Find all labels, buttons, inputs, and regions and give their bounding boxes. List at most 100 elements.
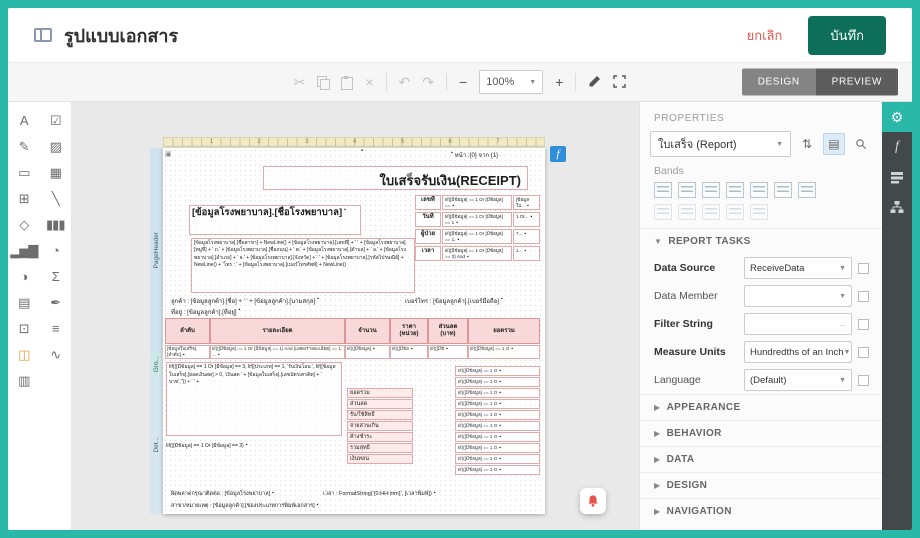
- table-header-cell[interactable]: ยอดรวม: [468, 318, 540, 344]
- copy-icon[interactable]: [317, 75, 331, 90]
- panel-tool-icon[interactable]: ▭: [18, 166, 30, 179]
- receipt-info-cell[interactable]: เวลา: [415, 246, 441, 261]
- report-page[interactable]: ▣ ▪ หน้า :{0} จาก {1} ใบเสร็จรับเงิน(REC…: [163, 148, 545, 514]
- summary-tool-icon[interactable]: Σ: [52, 270, 60, 283]
- search-icon[interactable]: [850, 133, 872, 155]
- prop-control[interactable]: ▼: [744, 285, 852, 307]
- report-explorer-icon[interactable]: [882, 192, 912, 222]
- zoom-in-icon[interactable]: +: [555, 75, 563, 89]
- vertical-total-band-icon[interactable]: [726, 204, 744, 220]
- address-field[interactable]: ที่อยู่ : [ข้อมูลลูกค้า].[ที่อยู่]: [171, 307, 240, 317]
- summary-value[interactable]: Iif(([มีข้อมูล] == 1 O: [455, 388, 540, 398]
- section-design[interactable]: ▶ DESIGN: [640, 472, 882, 498]
- page-info-tool-icon[interactable]: ▤: [18, 296, 30, 309]
- chart-tool-icon[interactable]: ▂▅▇: [10, 244, 38, 257]
- table-detail-cell[interactable]: Iif(([มีข้อมูล]: [345, 345, 390, 359]
- prop-checkbox[interactable]: [858, 318, 869, 330]
- prop-checkbox[interactable]: [858, 346, 869, 358]
- summary-label[interactable]: รวมสุทธิ: [347, 443, 413, 453]
- hospital-name-field[interactable]: [ข้อมูลโรงพยาบาล].[ชื่อโรงพยาบาล]: [189, 205, 361, 235]
- element-selector[interactable]: ใบเสร็จ (Report) ▼: [650, 131, 791, 157]
- field-list-fab[interactable]: f: [550, 146, 566, 162]
- condition-field[interactable]: Iif(([มีข้อมูล] == 1 Or [มีข้อมูล] == 3): [166, 442, 248, 450]
- design-canvas[interactable]: 1 2 3 4 5 6 7 PageHeader Gro... Det... ▣ ▪ หน้…: [72, 102, 639, 530]
- table-header-cell[interactable]: ส่วนลด (บาท): [428, 318, 468, 344]
- summary-label[interactable]: ค้างชำระ: [347, 432, 413, 442]
- signature-tool-icon[interactable]: ✒: [50, 296, 61, 309]
- hospital-address-field[interactable]: [ข้อมูลโรงพยาบาล].[ชื่อสาขา] + NewLine()…: [191, 238, 415, 293]
- detail-report-band-icon[interactable]: [654, 204, 672, 220]
- receipt-info-cell[interactable]: เลขที่: [415, 195, 441, 210]
- label-tool-icon[interactable]: A: [20, 114, 29, 127]
- table-detail-cell[interactable]: Iif(([มีข้อมูล] == 1 Or [มีข้อมูล] == 1)…: [210, 345, 345, 359]
- summary-value[interactable]: Iif(([มีข้อมูล] == 1 O: [455, 432, 540, 442]
- prop-checkbox[interactable]: [858, 290, 869, 302]
- prop-control[interactable]: Hundredths of an Inch ▼: [744, 341, 852, 363]
- table-tool-icon[interactable]: ▦: [50, 166, 62, 179]
- field-list-icon[interactable]: [882, 162, 912, 192]
- redo-icon[interactable]: ↷: [422, 75, 434, 89]
- table-detail-cell[interactable]: Iif(([มีข้: [428, 345, 468, 359]
- receipt-info-cell[interactable]: Iif([มีข้อมูล] == 1 Or [มีข้อมูล] ==: [442, 195, 512, 210]
- shape-tool-icon[interactable]: ◇: [19, 218, 29, 231]
- prop-control[interactable]: ReceiveData ▼: [744, 257, 852, 279]
- table-detail-cell[interactable]: Iif(([มีข้อมูล] == 1 O: [468, 345, 540, 359]
- group-footer-band-icon[interactable]: [750, 182, 768, 198]
- footer-contact-field[interactable]: ผิดพลาดกรุณาติดต่อ : [ข้อมูลโรงพยาบาล]: [171, 490, 274, 498]
- notification-bell-button[interactable]: [580, 488, 606, 514]
- section-navigation[interactable]: ▶ NAVIGATION: [640, 498, 882, 524]
- group-header-band-icon[interactable]: [702, 182, 720, 198]
- receipt-info-cell[interactable]: 1...: [513, 246, 540, 261]
- summary-value[interactable]: Iif(([มีข้อมูล] == 1 O: [455, 399, 540, 409]
- report-tasks-header[interactable]: ▼ REPORT TASKS: [640, 228, 882, 254]
- validation-icon[interactable]: [588, 75, 601, 90]
- cancel-button[interactable]: ยกเลิก: [747, 25, 783, 46]
- table-header-cell[interactable]: จำนวน: [345, 318, 390, 344]
- summary-value[interactable]: Iif(([มีข้อมูล] == 1 O: [455, 454, 540, 464]
- design-tab[interactable]: DESIGN: [741, 68, 816, 96]
- receipt-info-cell[interactable]: 1 Or...: [513, 212, 540, 227]
- toc-tool-icon[interactable]: ≡: [52, 322, 60, 335]
- phone-field[interactable]: เบอร์โทร : [ข้อมูลลูกค้า].[เบอร์มือถือ]: [405, 296, 503, 306]
- table-detail-cell[interactable]: Iif(([มีข้อ: [390, 345, 428, 359]
- picture-box-tool-icon[interactable]: ▨: [50, 140, 62, 153]
- prop-checkbox[interactable]: [858, 262, 869, 274]
- summary-value[interactable]: Iif(([มีข้อมูล] == 1 O: [455, 443, 540, 453]
- fullscreen-icon[interactable]: [613, 74, 627, 90]
- receipt-info-cell[interactable]: [ข้อมูลใบ...: [513, 195, 540, 210]
- summary-value[interactable]: Iif(([มีข้อมูล] == 1 O: [455, 377, 540, 387]
- summary-label[interactable]: จ่ายส่วนเกิน: [347, 421, 413, 431]
- section-behavior[interactable]: ▶ BEHAVIOR: [640, 420, 882, 446]
- receipt-info-cell[interactable]: 7...: [513, 229, 540, 244]
- table-header-cell[interactable]: ลำดับ: [165, 318, 210, 344]
- receipt-info-cell[interactable]: ผู้ป่วย: [415, 229, 441, 244]
- page-header-band-icon[interactable]: [678, 182, 696, 198]
- summary-value[interactable]: Iif(([มีข้อมูล] == 1 O: [455, 366, 540, 376]
- receipt-info-cell[interactable]: Iif([มีข้อมูล] == 1 Or [มีข้อมูล] == 3) …: [442, 246, 512, 261]
- undo-icon[interactable]: ↶: [399, 75, 411, 89]
- receipt-info-cell[interactable]: วันที่: [415, 212, 441, 227]
- customer-field[interactable]: ลูกค้า : [ข้อมูลลูกค้า].[ชื่อ] + ' ' + […: [171, 296, 319, 306]
- richtext-tool-icon[interactable]: ✎: [19, 140, 30, 153]
- expressions-icon[interactable]: f: [882, 132, 912, 162]
- prop-control[interactable]: …: [744, 313, 852, 335]
- summary-label[interactable]: รับ/ใช้สิทธิ์: [347, 410, 413, 420]
- prop-control[interactable]: (Default) ▼: [744, 369, 852, 391]
- summary-value[interactable]: Iif(([มีข้อมูล] == 1 O: [455, 421, 540, 431]
- sort-az-icon[interactable]: ⇅: [796, 133, 818, 155]
- footer-note-field[interactable]: สาขา/หมายเหตุ : [ข้อมูลลูกค้า].[ช่องประเ…: [171, 502, 318, 510]
- summary-label[interactable]: เงินทอน: [347, 454, 413, 464]
- line-tool-icon[interactable]: ╲: [52, 192, 60, 205]
- report-footer-band-icon[interactable]: [798, 182, 816, 198]
- table-header-cell[interactable]: รายละเอียด: [210, 318, 345, 344]
- delete-icon[interactable]: ×: [365, 75, 373, 89]
- checkbox-tool-icon[interactable]: ☑: [50, 114, 62, 127]
- receipt-info-cell[interactable]: Iif([มีข้อมูล] == 1 Or [มีข้อมูล] == 1: [442, 212, 512, 227]
- table-header-cell[interactable]: ราคา (หน่วย): [390, 318, 428, 344]
- vertical-detail-band-icon[interactable]: [702, 204, 720, 220]
- band-pageheader[interactable]: PageHeader: [150, 148, 162, 353]
- table-detail-cell[interactable]: [ข้อมูลใบเสร็จ].[ลำดับ]: [165, 345, 210, 359]
- payment-expression-field[interactable]: Iif(([มีข้อมูล] == 1 Or [มีข้อมูล] == 3,…: [166, 362, 342, 436]
- gauge-tool-icon[interactable]: ◑: [20, 270, 28, 283]
- page-info-field[interactable]: หน้า :{0} จาก {1}: [451, 150, 498, 160]
